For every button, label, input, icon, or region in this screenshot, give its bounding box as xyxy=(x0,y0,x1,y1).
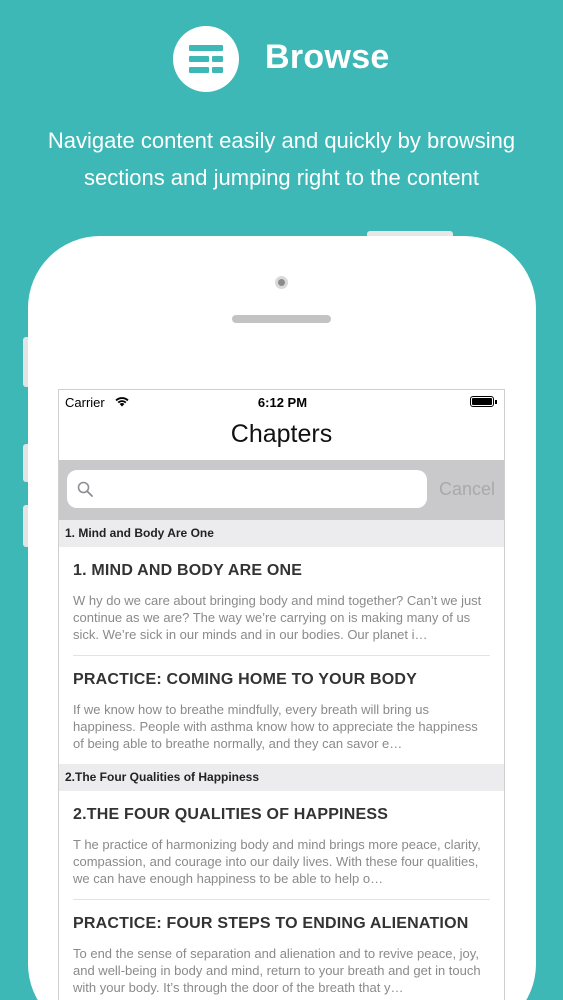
battery-icon xyxy=(470,396,494,407)
list-item[interactable]: PRACTICE: COMING HOME TO YOUR BODY If we… xyxy=(59,656,504,764)
list-item-title: 2.THE FOUR QUALITIES OF HAPPINESS xyxy=(73,806,389,823)
list-item-title: 1. MIND AND BODY ARE ONE xyxy=(73,562,303,579)
nav-title: Chapters xyxy=(230,420,333,448)
list-item-excerpt: W hy do we care about bringing body and … xyxy=(73,593,482,642)
promo-title: Browse xyxy=(265,38,390,76)
list-item-excerpt: T he practice of harmonizing body and mi… xyxy=(73,837,481,886)
battery-tip xyxy=(495,400,497,404)
promo-subtitle: Navigate content easily and quickly by b… xyxy=(47,128,516,190)
list-item-excerpt: To end the sense of separation and alien… xyxy=(73,946,481,995)
phone-camera xyxy=(275,276,288,289)
list-item-title: PRACTICE: FOUR STEPS TO ENDING ALIENATIO… xyxy=(73,915,469,932)
search-bar: Cancel xyxy=(59,460,504,520)
phone-screen: Carrier 6:12 PM Chapters Cancel 1. Mind … xyxy=(58,389,505,1000)
phone-speaker xyxy=(232,315,331,323)
status-time: 6:12 PM xyxy=(257,395,308,410)
cancel-button[interactable]: Cancel xyxy=(439,479,495,500)
search-icon xyxy=(77,481,93,497)
list-item-title: PRACTICE: COMING HOME TO YOUR BODY xyxy=(73,671,418,688)
list-item[interactable]: 1. MIND AND BODY ARE ONE W hy do we care… xyxy=(59,547,504,656)
status-bar: Carrier 6:12 PM xyxy=(59,390,504,414)
list-icon xyxy=(189,45,223,73)
browse-list-icon xyxy=(173,26,239,92)
search-input[interactable] xyxy=(67,470,427,508)
list-item-excerpt: If we know how to breathe mindfully, eve… xyxy=(73,702,478,751)
list-item[interactable]: 2.THE FOUR QUALITIES OF HAPPINESS T he p… xyxy=(59,791,504,900)
section-header: 1. Mind and Body Are One xyxy=(59,520,504,547)
list-item[interactable]: PRACTICE: FOUR STEPS TO ENDING ALIENATIO… xyxy=(59,900,504,1000)
section-header: 2.The Four Qualities of Happiness xyxy=(59,764,504,791)
